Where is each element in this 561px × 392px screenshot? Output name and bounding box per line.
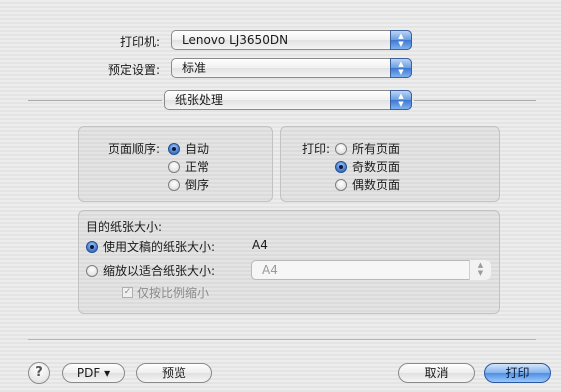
help-button[interactable]: ? — [28, 362, 50, 384]
radio-icon — [335, 142, 347, 155]
print-button[interactable]: 打印 — [484, 363, 551, 383]
print-pages-label: 打印: — [301, 142, 330, 156]
checkmark-icon: ✓ — [122, 287, 133, 298]
section-popup[interactable]: 纸张处理 ▲ ▼ — [164, 90, 412, 110]
separator-right — [414, 100, 536, 101]
print-even-pages-radio[interactable]: 偶数页面 — [335, 176, 400, 193]
printer-label: 打印机: — [119, 35, 160, 49]
paper-size-label: 目的纸张大小: — [86, 220, 163, 234]
print-odd-pages-radio[interactable]: 奇数页面 — [335, 158, 400, 175]
popup-arrows-icon: ▲ ▼ — [390, 90, 412, 110]
scale-to-fit-radio[interactable]: 缩放以适合纸张大小: — [86, 262, 215, 279]
presets-popup[interactable]: 标准 ▲ ▼ — [171, 58, 412, 78]
page-order-reverse-radio[interactable]: 倒序 — [168, 176, 209, 193]
print-all-pages-radio[interactable]: 所有页面 — [335, 140, 400, 157]
page-order-auto-radio[interactable]: 自动 — [168, 140, 209, 157]
use-document-size-radio[interactable]: 使用文稿的纸张大小: — [86, 238, 215, 255]
presets-label: 预定设置: — [107, 63, 160, 77]
pdf-menu-button[interactable]: PDF ▾ — [62, 363, 125, 383]
scale-paper-size-popup[interactable]: A4 ▲ ▼ — [251, 260, 491, 280]
document-size-value: A4 — [252, 238, 268, 252]
page-order-normal-radio[interactable]: 正常 — [168, 158, 209, 175]
radio-icon — [335, 178, 347, 191]
radio-selected-icon — [335, 160, 347, 173]
radio-icon — [168, 160, 180, 173]
radio-selected-icon — [86, 240, 98, 253]
radio-selected-icon — [168, 142, 180, 155]
printer-value: Lenovo LJ3650DN — [182, 33, 289, 47]
printer-popup[interactable]: Lenovo LJ3650DN ▲ ▼ — [171, 30, 412, 50]
separator-left — [28, 100, 162, 101]
scale-down-only-checkbox[interactable]: ✓ 仅按比例缩小 — [122, 284, 209, 301]
footer-separator — [28, 339, 536, 340]
cancel-button[interactable]: 取消 — [398, 363, 475, 383]
popup-arrows-icon: ▲ ▼ — [390, 30, 412, 50]
radio-icon — [86, 264, 98, 277]
popup-arrows-icon: ▲ ▼ — [390, 58, 412, 78]
preview-button[interactable]: 预览 — [136, 363, 212, 383]
page-order-label: 页面顺序: — [107, 142, 160, 156]
popup-arrows-icon: ▲ ▼ — [469, 260, 491, 280]
presets-value: 标准 — [182, 61, 207, 75]
section-value: 纸张处理 — [175, 93, 224, 107]
scale-paper-size-value: A4 — [262, 263, 278, 277]
radio-icon — [168, 178, 180, 191]
